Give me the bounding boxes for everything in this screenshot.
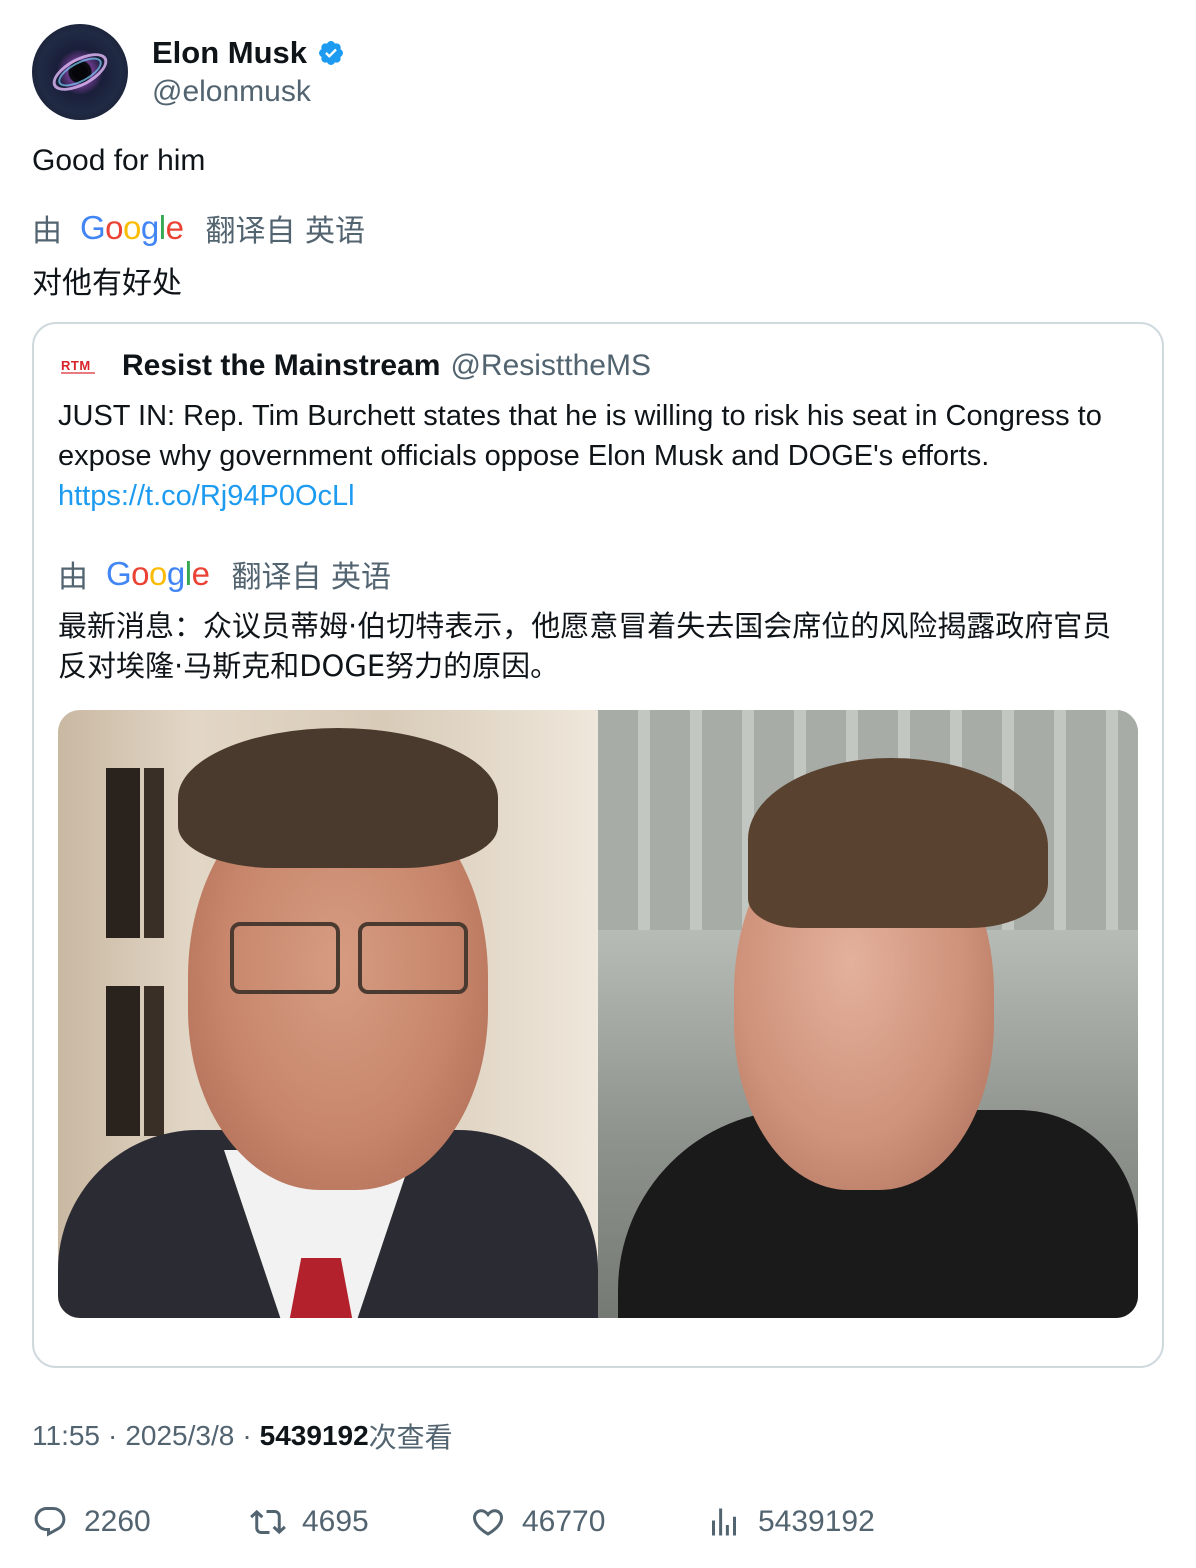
tweet-header: Elon Musk @elonmusk: [32, 24, 345, 120]
tweet-date[interactable]: 2025/3/8: [125, 1420, 234, 1452]
analytics-icon: [712, 1508, 736, 1536]
tweet-time[interactable]: 11:55: [32, 1420, 100, 1452]
meta-separator: ·: [242, 1420, 252, 1451]
views-label: 次查看: [368, 1421, 453, 1454]
translation-by-label: 由: [32, 214, 62, 249]
avatar-core-decoration: [72, 64, 88, 80]
rtm-logo: RTM: [58, 351, 104, 381]
background-window: [144, 768, 164, 938]
photo-left-burchett: [58, 710, 598, 1318]
translation-from-label: 翻译自 英语: [205, 214, 365, 249]
author-handle[interactable]: @elonmusk: [152, 75, 345, 109]
quoted-display-name[interactable]: Resist the Mainstream: [122, 349, 440, 383]
quoted-media-image[interactable]: [58, 710, 1138, 1318]
like-count: 46770: [522, 1505, 606, 1538]
tweet-text: Good for him: [32, 144, 206, 177]
quoted-tweet-text: JUST IN: Rep. Tim Burchett states that h…: [58, 396, 1138, 516]
reply-count: 2260: [84, 1505, 151, 1538]
quoted-translation-attribution: 由 Google 翻译自 英语: [58, 554, 391, 595]
tweet-meta: 11:55 · 2025/3/8 · 5439192 次查看: [32, 1416, 453, 1456]
background-window: [144, 986, 164, 1136]
photo-right-musk: [598, 710, 1138, 1318]
verified-badge-icon: [319, 41, 343, 65]
views-count: 5439192: [259, 1420, 369, 1451]
views-action-count: 5439192: [758, 1505, 875, 1538]
action-bar: 2260 4695 46770 5439192: [32, 1500, 1164, 1544]
author-display-name[interactable]: Elon Musk: [152, 35, 307, 71]
retweet-count: 4695: [302, 1505, 369, 1538]
quoted-handle[interactable]: @ResisttheMS: [450, 349, 651, 383]
google-logo: Google: [106, 555, 210, 592]
quoted-translated-text: 最新消息：众议员蒂姆·伯切特表示，他愿意冒着失去国会席位的风险揭露政府官员反对埃…: [58, 609, 1112, 683]
author-avatar[interactable]: [32, 24, 128, 120]
background-window: [106, 986, 140, 1136]
retweet-button[interactable]: 4695: [250, 1500, 369, 1544]
quoted-text-body: JUST IN: Rep. Tim Burchett states that h…: [58, 400, 1102, 472]
background-window: [106, 768, 140, 938]
tweet-translated-text: 对他有好处: [32, 266, 182, 301]
hair: [178, 728, 498, 868]
rtm-logo-text: RTM: [61, 358, 91, 373]
quoted-tweet-card[interactable]: RTM Resist the Mainstream @ResisttheMS J…: [32, 322, 1164, 1368]
reply-icon: [34, 1507, 66, 1537]
like-button[interactable]: 46770: [470, 1500, 605, 1544]
author-name-row: Elon Musk: [152, 35, 345, 71]
retweet-icon: [250, 1509, 286, 1535]
quoted-tweet-header: RTM Resist the Mainstream @ResisttheMS: [58, 346, 651, 386]
quoted-tweet-link[interactable]: https://t.co/Rj94P0OcLl: [58, 480, 355, 512]
views-button[interactable]: 5439192: [706, 1500, 875, 1544]
quoted-translation-from-label: 翻译自 英语: [231, 560, 391, 595]
meta-separator: ·: [108, 1420, 118, 1451]
glasses-left-lens: [230, 922, 340, 994]
translation-attribution: 由 Google 翻译自 英语: [32, 208, 365, 249]
hair: [748, 758, 1048, 928]
reply-button[interactable]: 2260: [32, 1500, 151, 1544]
quoted-translation-by-label: 由: [58, 560, 88, 595]
glasses-right-lens: [358, 922, 468, 994]
google-logo: Google: [80, 209, 184, 246]
author-names: Elon Musk @elonmusk: [152, 35, 345, 109]
rtm-logo-underline: [61, 372, 95, 374]
heart-icon: [472, 1509, 504, 1536]
